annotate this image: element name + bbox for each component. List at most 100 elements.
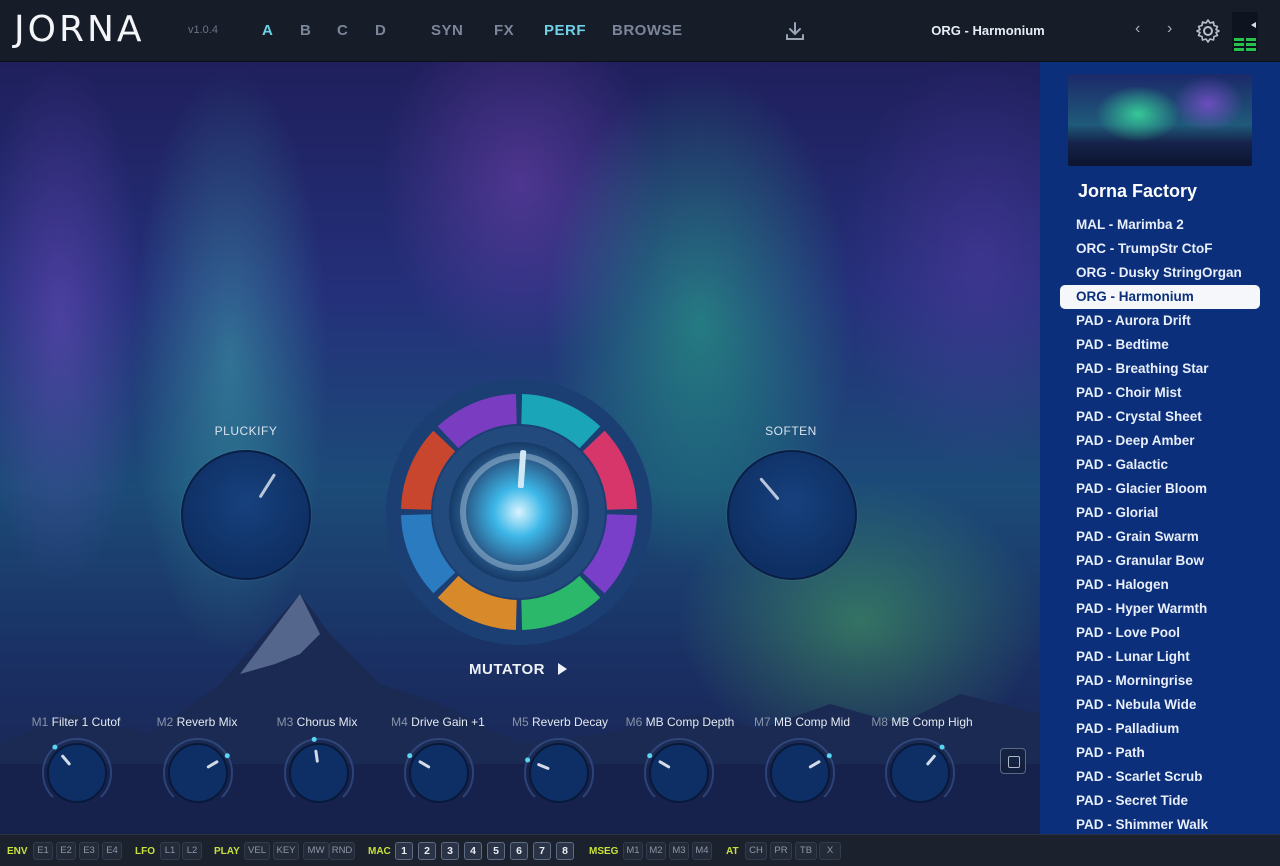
macro-knob-6[interactable]: [642, 736, 716, 810]
slot-a-tab[interactable]: A: [262, 22, 273, 39]
mac-source-7[interactable]: 7: [533, 842, 551, 860]
macro-label: M7 MB Comp Mid: [742, 715, 862, 729]
download-icon[interactable]: [784, 20, 806, 42]
pluckify-label: PLUCKIFY: [214, 424, 278, 438]
macro-knob-7[interactable]: [763, 736, 837, 810]
macro-name: MB Comp Mid: [774, 715, 851, 729]
gear-icon[interactable]: [1195, 18, 1221, 44]
preset-item[interactable]: PAD - Grain Swarm: [1060, 525, 1260, 549]
env-group-label: ENV: [7, 846, 28, 857]
macro-index: M8: [871, 715, 888, 729]
mac-source-5[interactable]: 5: [487, 842, 505, 860]
mac-source-1[interactable]: 1: [395, 842, 413, 860]
play-source-mw[interactable]: MW: [303, 842, 329, 860]
preset-item[interactable]: PAD - Halogen: [1060, 573, 1260, 597]
current-preset-name[interactable]: ORG - Harmonium: [868, 23, 1108, 38]
soften-knob[interactable]: [727, 450, 857, 580]
modulation-strip: ENV E1 E2 E3 E4 LFO L1 L2 PLAY VEL KEY MW RND MAC 1 2 3 4…: [0, 834, 1280, 866]
play-icon[interactable]: [558, 663, 567, 675]
preset-item[interactable]: PAD - Lunar Light: [1060, 645, 1260, 669]
preset-item[interactable]: MAL - Marimba 2: [1060, 213, 1260, 237]
preset-item[interactable]: PAD - Glorial: [1060, 501, 1260, 525]
macro-index: M4: [391, 715, 408, 729]
preset-item[interactable]: PAD - Scarlet Scrub: [1060, 765, 1260, 789]
play-source-vel[interactable]: VEL: [244, 842, 270, 860]
at-source-ch[interactable]: CH: [745, 842, 767, 860]
preset-item[interactable]: PAD - Glacier Bloom: [1060, 477, 1260, 501]
preset-item[interactable]: ORG - Dusky StringOrgan: [1060, 261, 1260, 285]
mac-source-3[interactable]: 3: [441, 842, 459, 860]
preset-item[interactable]: PAD - Morningrise: [1060, 669, 1260, 693]
macro-label: M1 Filter 1 Cutof: [16, 715, 136, 729]
pluckify-knob[interactable]: [181, 450, 311, 580]
prev-preset-button[interactable]: ‹: [1135, 20, 1140, 38]
next-preset-button[interactable]: ›: [1167, 20, 1172, 38]
at-source-pr[interactable]: PR: [770, 842, 792, 860]
mutator-wheel[interactable]: [385, 378, 653, 646]
preset-item[interactable]: PAD - Nebula Wide: [1060, 693, 1260, 717]
lfo-source-l1[interactable]: L1: [160, 842, 180, 860]
mseg-source-m3[interactable]: M3: [669, 842, 689, 860]
env-source-e4[interactable]: E4: [102, 842, 122, 860]
macro-label: M2 Reverb Mix: [137, 715, 257, 729]
mutator-label[interactable]: MUTATOR: [469, 661, 545, 678]
preset-item[interactable]: PAD - Deep Amber: [1060, 429, 1260, 453]
mseg-source-m2[interactable]: M2: [646, 842, 666, 860]
preset-item[interactable]: PAD - Bedtime: [1060, 333, 1260, 357]
mac-source-2[interactable]: 2: [418, 842, 436, 860]
preset-item[interactable]: PAD - Secret Tide: [1060, 789, 1260, 813]
preset-item[interactable]: PAD - Shimmer Walk: [1060, 813, 1260, 834]
preset-item[interactable]: PAD - Choir Mist: [1060, 381, 1260, 405]
version-label: v1.0.4: [188, 24, 218, 36]
macro-index: M2: [156, 715, 174, 729]
expand-button[interactable]: [1000, 748, 1026, 774]
macro-label: M4 Drive Gain +1: [378, 715, 498, 729]
env-source-e1[interactable]: E1: [33, 842, 53, 860]
env-source-e3[interactable]: E3: [79, 842, 99, 860]
mseg-source-m1[interactable]: M1: [623, 842, 643, 860]
macro-label: M5 Reverb Decay: [500, 715, 620, 729]
preset-item[interactable]: PAD - Path: [1060, 741, 1260, 765]
slot-b-tab[interactable]: B: [300, 22, 311, 39]
macro-name: Chorus Mix: [296, 715, 358, 729]
lfo-source-l2[interactable]: L2: [182, 842, 202, 860]
macro-knob-4[interactable]: [402, 736, 476, 810]
macro-index: M7: [753, 715, 771, 729]
preset-item[interactable]: PAD - Hyper Warmth: [1060, 597, 1260, 621]
macro-knob-1[interactable]: [40, 736, 114, 810]
tab-fx[interactable]: FX: [494, 22, 514, 39]
preset-item[interactable]: PAD - Granular Bow: [1060, 549, 1260, 573]
tab-perf[interactable]: PERF: [544, 22, 586, 39]
macro-knob-3[interactable]: [282, 736, 356, 810]
preset-item[interactable]: ORG - Harmonium: [1060, 285, 1260, 309]
performance-panel: PLUCKIFY SOFTEN MUTATOR M1 Filter 1 Cuto…: [0, 62, 1040, 834]
preset-item[interactable]: PAD - Crystal Sheet: [1060, 405, 1260, 429]
env-source-e2[interactable]: E2: [56, 842, 76, 860]
macro-index: M3: [276, 715, 294, 729]
slot-d-tab[interactable]: D: [375, 22, 386, 39]
macro-knob-8[interactable]: [883, 736, 957, 810]
preset-item[interactable]: ORC - TrumpStr CtoF: [1060, 237, 1260, 261]
preset-item[interactable]: PAD - Palladium: [1060, 717, 1260, 741]
preset-item[interactable]: PAD - Breathing Star: [1060, 357, 1260, 381]
preset-item[interactable]: PAD - Love Pool: [1060, 621, 1260, 645]
at-source-tb[interactable]: TB: [795, 842, 817, 860]
at-source-x[interactable]: X: [819, 842, 841, 860]
slot-c-tab[interactable]: C: [337, 22, 348, 39]
tab-browse[interactable]: BROWSE: [612, 22, 683, 39]
play-source-rnd[interactable]: RND: [329, 842, 355, 860]
tab-syn[interactable]: SYN: [431, 22, 463, 39]
macro-name: MB Comp High: [891, 715, 973, 729]
mseg-source-m4[interactable]: M4: [692, 842, 712, 860]
mac-source-8[interactable]: 8: [556, 842, 574, 860]
macro-knob-5[interactable]: [522, 736, 596, 810]
play-source-key[interactable]: KEY: [273, 842, 299, 860]
preset-item[interactable]: PAD - Galactic: [1060, 453, 1260, 477]
mac-source-6[interactable]: 6: [510, 842, 528, 860]
preset-item[interactable]: PAD - Aurora Drift: [1060, 309, 1260, 333]
mac-source-4[interactable]: 4: [464, 842, 482, 860]
macro-index: M5: [511, 715, 529, 729]
macro-knob-2[interactable]: [161, 736, 235, 810]
macro-label: M8 MB Comp High: [862, 715, 982, 729]
mac-group-label: MAC: [368, 846, 391, 857]
